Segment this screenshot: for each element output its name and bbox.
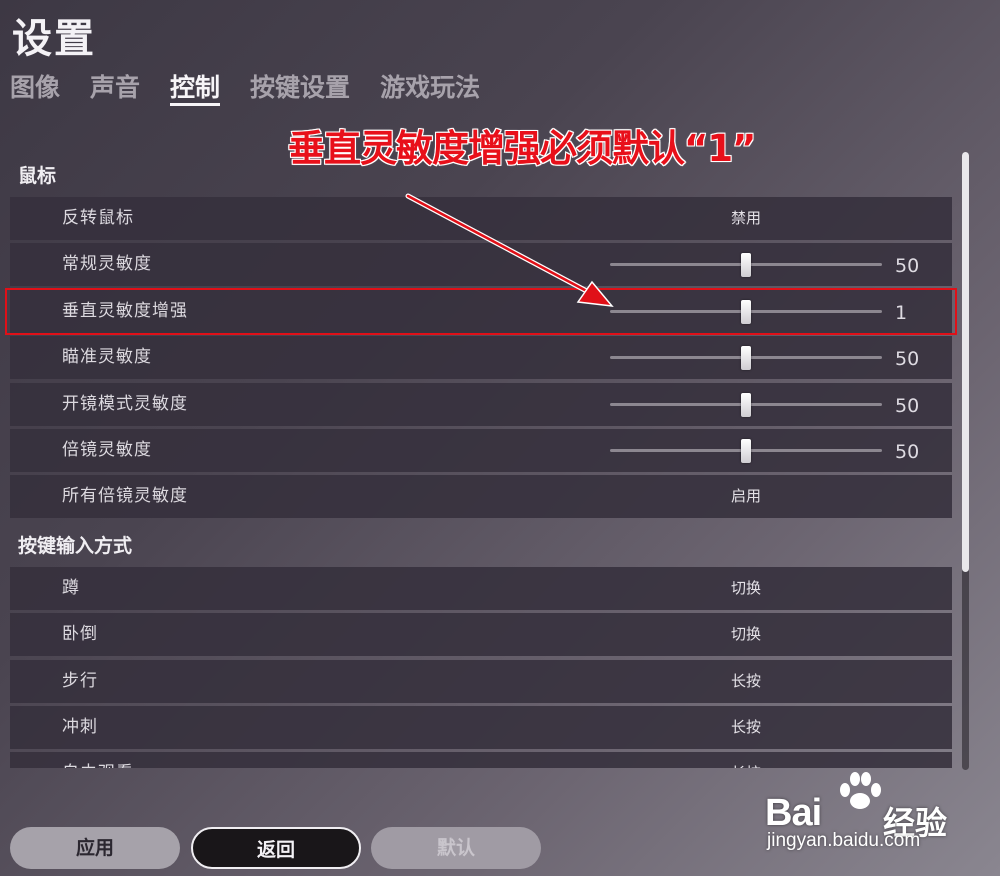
watermark: Bai 经验 jingyan.baidu.com: [765, 770, 985, 870]
scrollbar[interactable]: [962, 152, 969, 770]
paw-icon: [840, 772, 881, 809]
watermark-url: jingyan.baidu.com: [767, 830, 921, 851]
watermark-brand: Bai: [765, 792, 822, 834]
annotation-arrow: [405, 193, 614, 307]
back-button[interactable]: 返回: [191, 827, 361, 869]
apply-button[interactable]: 应用: [10, 827, 180, 869]
default-button[interactable]: 默认: [371, 827, 541, 869]
scrollbar-thumb[interactable]: [962, 152, 969, 572]
